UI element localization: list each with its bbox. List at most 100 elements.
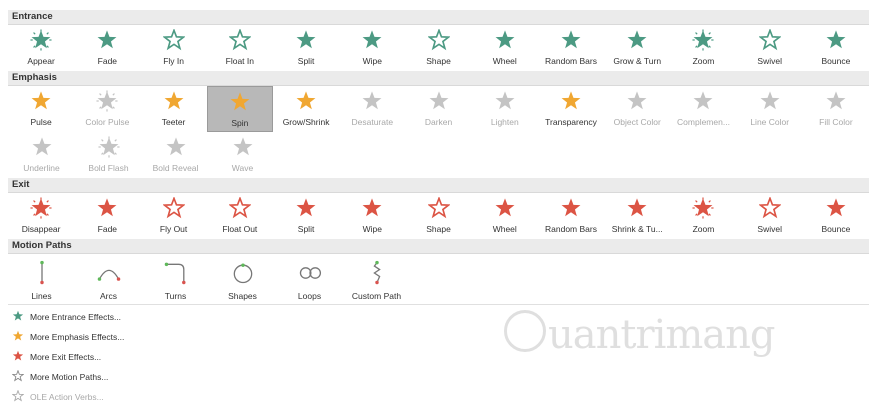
teeter-star-effect-button[interactable]: Teeter	[140, 86, 206, 132]
zoom-star-effect-button[interactable]: Zoom	[670, 25, 736, 71]
float-in-star-effect-button[interactable]: Float In	[207, 25, 273, 71]
effect-label: Fly Out	[159, 224, 188, 234]
complementary-star-icon	[692, 90, 714, 112]
bounce-star-effect-button[interactable]: Bounce	[803, 25, 869, 71]
wipe-star-effect-button[interactable]: Wipe	[339, 25, 405, 71]
fly-in-star-effect-button[interactable]: Fly In	[140, 25, 206, 71]
spin-star-icon	[229, 91, 251, 113]
emphasis-effects-row: Pulse Color Pulse Teeter Spin Grow/Shrink Des…	[8, 86, 869, 132]
darken-star-icon	[428, 90, 450, 112]
arc-path-effect-button[interactable]: Arcs	[75, 254, 142, 308]
exit-star-menu-item[interactable]: More Exit Effects...	[8, 347, 869, 367]
shrink-turn-star-effect-button[interactable]: Shrink & Tu...	[604, 193, 670, 239]
shape-out-star-effect-button[interactable]: Shape	[405, 193, 471, 239]
zoom-star-icon	[692, 29, 714, 51]
split-star-effect-button[interactable]: Split	[273, 25, 339, 71]
wave-star-effect-button[interactable]: Wave	[209, 132, 276, 178]
swivel-star-effect-button[interactable]: Swivel	[737, 25, 803, 71]
fill-color-star-effect-button[interactable]: Fill Color	[803, 86, 869, 132]
wave-star-icon	[232, 136, 254, 158]
complementary-star-effect-button[interactable]: Complemen...	[670, 86, 736, 132]
effect-label: Float Out	[222, 224, 258, 234]
turn-path-effect-button[interactable]: Turns	[142, 254, 209, 308]
random-bars-star-effect-button[interactable]: Random Bars	[538, 25, 604, 71]
wipe-out-star-effect-button[interactable]: Wipe	[339, 193, 405, 239]
darken-star-effect-button[interactable]: Darken	[405, 86, 471, 132]
fade-star-effect-button[interactable]: Fade	[74, 25, 140, 71]
zoom-out-star-effect-button[interactable]: Zoom	[670, 193, 736, 239]
split-star-icon	[295, 29, 317, 51]
bold-flash-star-icon	[97, 136, 120, 158]
swivel-out-star-effect-button[interactable]: Swivel	[737, 193, 803, 239]
lighten-star-effect-button[interactable]: Lighten	[472, 86, 538, 132]
shape-path-effect-button[interactable]: Shapes	[209, 254, 276, 308]
effect-label: Object Color	[613, 117, 661, 127]
shrink-turn-star-icon	[626, 197, 648, 219]
desaturate-star-icon	[361, 90, 383, 112]
entrance-effects-row: Appear Fade Fly In Float In Split Wipe Shape Wh…	[8, 25, 869, 71]
emphasis-effects-row-2: Underline Bold Flash Bold Reveal Wave	[8, 132, 869, 178]
wheel-out-star-effect-button[interactable]: Wheel	[472, 193, 538, 239]
wheel-star-effect-button[interactable]: Wheel	[472, 25, 538, 71]
effect-label: Random Bars	[545, 56, 597, 66]
effect-label: Split	[297, 56, 315, 66]
transparency-star-effect-button[interactable]: Transparency	[538, 86, 604, 132]
color-pulse-star-effect-button[interactable]: Color Pulse	[74, 86, 140, 132]
random-bars-out-star-effect-button[interactable]: Random Bars	[538, 193, 604, 239]
motion-path-star-menu-item[interactable]: More Motion Paths...	[8, 367, 869, 387]
color-pulse-star-icon	[96, 90, 118, 112]
float-out-star-effect-button[interactable]: Float Out	[207, 193, 273, 239]
effect-label: Fly In	[163, 56, 184, 66]
appear-star-effect-button[interactable]: Appear	[8, 25, 74, 71]
effect-label: Split	[297, 224, 315, 234]
effect-label: Bounce	[821, 224, 851, 234]
effect-label: Float In	[225, 56, 254, 66]
effect-label: Teeter	[161, 117, 186, 127]
loop-path-effect-button[interactable]: Loops	[276, 254, 343, 308]
effect-label: Shrink & Tu...	[611, 224, 663, 234]
fly-in-star-icon	[162, 29, 185, 51]
custom-path-effect-button[interactable]: Custom Path	[343, 254, 410, 308]
fly-out-star-effect-button[interactable]: Fly Out	[140, 193, 206, 239]
bounce-out-star-effect-button[interactable]: Bounce	[803, 193, 869, 239]
effect-label: Wipe	[362, 56, 382, 66]
grow-turn-star-effect-button[interactable]: Grow & Turn	[604, 25, 670, 71]
wheel-star-icon	[494, 29, 516, 51]
object-color-star-effect-button[interactable]: Object Color	[604, 86, 670, 132]
effect-label: Bold Flash	[88, 163, 129, 173]
effect-label: Lighten	[490, 117, 519, 127]
grow-shrink-star-effect-button[interactable]: Grow/Shrink	[273, 86, 339, 132]
bounce-out-star-icon	[825, 197, 847, 219]
swivel-star-icon	[758, 29, 781, 51]
grow-shrink-star-icon	[295, 90, 317, 112]
pulse-star-effect-button[interactable]: Pulse	[8, 86, 74, 132]
fill-color-star-icon	[825, 90, 847, 112]
desaturate-star-effect-button[interactable]: Desaturate	[339, 86, 405, 132]
entrance-star-menu-item[interactable]: More Entrance Effects...	[8, 307, 869, 327]
menu-item-label: More Motion Paths...	[30, 372, 109, 382]
random-bars-star-icon	[560, 29, 582, 51]
disappear-star-icon	[30, 197, 52, 219]
bold-flash-star-effect-button[interactable]: Bold Flash	[75, 132, 142, 178]
disappear-star-effect-button[interactable]: Disappear	[8, 193, 74, 239]
effect-label: Grow & Turn	[613, 56, 662, 66]
bold-reveal-star-effect-button[interactable]: Bold Reveal	[142, 132, 209, 178]
line-path-effect-button[interactable]: Lines	[8, 254, 75, 308]
fade-out-star-effect-button[interactable]: Fade	[74, 193, 140, 239]
shape-star-effect-button[interactable]: Shape	[405, 25, 471, 71]
motion-paths-section-header: Motion Paths	[8, 239, 869, 254]
spin-star-effect-button[interactable]: Spin	[206, 86, 273, 132]
effect-label: Custom Path	[351, 291, 402, 301]
ole-verbs-menu-item: OLE Action Verbs...	[8, 387, 869, 407]
line-color-star-effect-button[interactable]: Line Color	[737, 86, 803, 132]
effect-label: Transparency	[545, 117, 597, 127]
emphasis-star-menu-item[interactable]: More Emphasis Effects...	[8, 327, 869, 347]
effect-label: Line Color	[750, 117, 790, 127]
effect-label: Wipe	[362, 224, 382, 234]
wipe-star-icon	[361, 29, 383, 51]
motion-paths-row: Lines Arcs Turns Shapes Loops Custom Path	[8, 254, 869, 308]
underline-star-effect-button[interactable]: Underline	[8, 132, 75, 178]
effect-label: Random Bars	[545, 224, 597, 234]
split-out-star-effect-button[interactable]: Split	[273, 193, 339, 239]
bounce-star-icon	[825, 29, 847, 51]
